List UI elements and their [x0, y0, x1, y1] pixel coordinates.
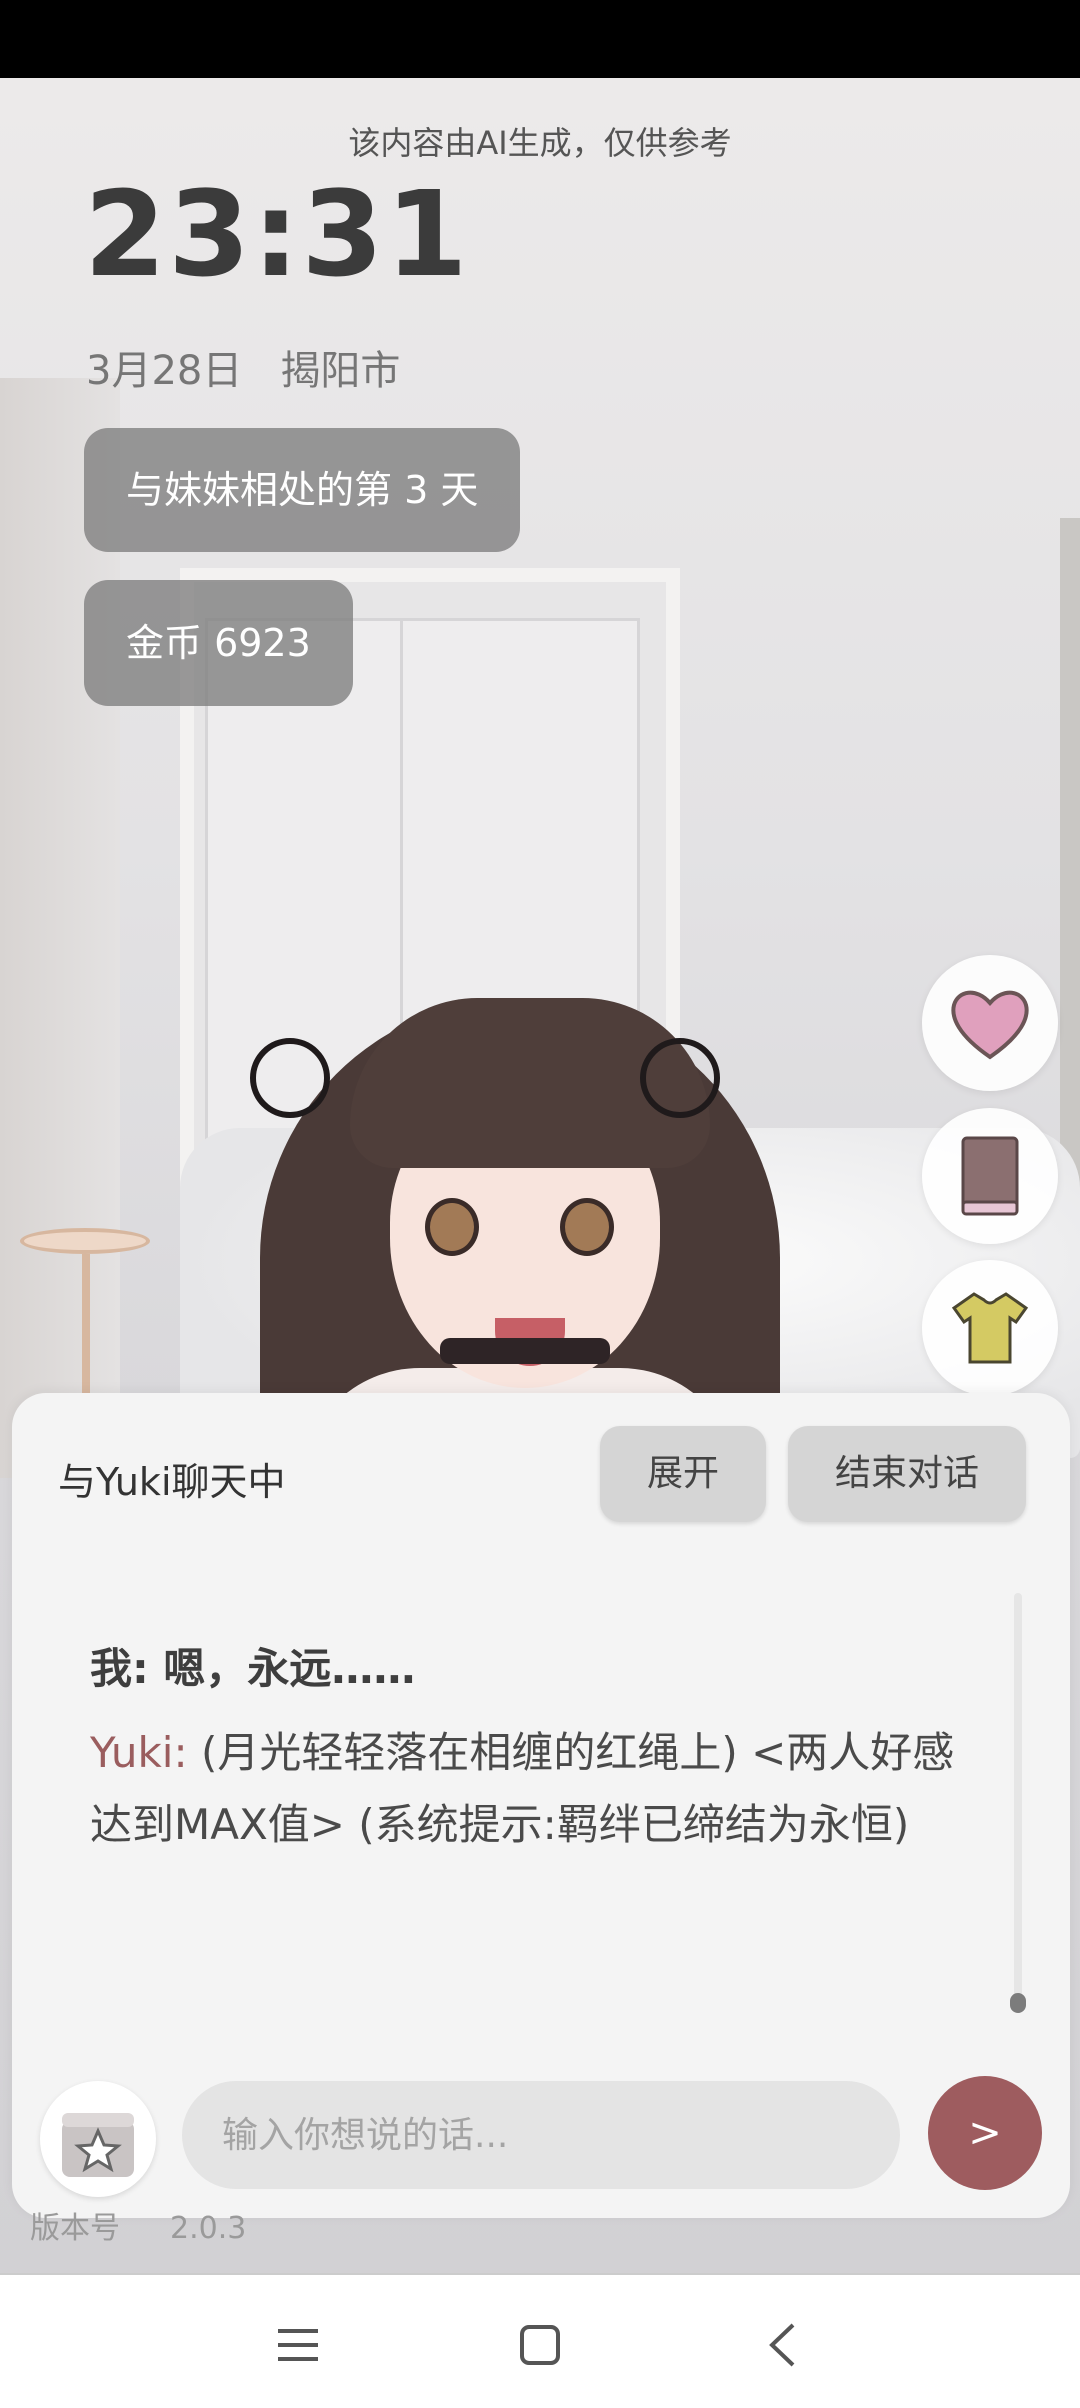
- chat-title: 与Yuki聊天中: [58, 1460, 286, 1504]
- wardrobe-button[interactable]: [922, 1260, 1058, 1396]
- nav-home-button[interactable]: [510, 2315, 570, 2375]
- message-speaker: 我:: [90, 1644, 149, 1693]
- city-text: 揭阳市: [280, 348, 401, 394]
- version-label: 版本号: [30, 2211, 120, 2246]
- side-table: [20, 1228, 150, 1254]
- clock: 23:31: [84, 165, 470, 303]
- send-button[interactable]: >: [928, 2076, 1042, 2190]
- expand-button[interactable]: 展开: [600, 1426, 766, 1522]
- diary-button[interactable]: [922, 1108, 1058, 1244]
- book-icon: [961, 1136, 1019, 1216]
- version-value: 2.0.3: [170, 2211, 247, 2246]
- back-chevron-icon: [769, 2323, 795, 2367]
- home-square-icon: [520, 2325, 560, 2365]
- menu-icon: [278, 2329, 318, 2361]
- message-text: (月光轻轻落在相缠的红绳上) <两人好感达到MAX值> (系统提示:羁绊已缔结为…: [90, 1728, 955, 1849]
- favor-button[interactable]: [922, 955, 1058, 1091]
- message-item: Yuki: (月光轻轻落在相缠的红绳上) <两人好感达到MAX值> (系统提示:…: [90, 1717, 980, 1861]
- end-conversation-button[interactable]: 结束对话: [788, 1426, 1026, 1522]
- gift-button[interactable]: [40, 2081, 156, 2197]
- system-nav-bar: [0, 2273, 1080, 2408]
- message-item: 我: 嗯，永远……: [90, 1633, 980, 1705]
- coins-badge: 金币 6923: [84, 580, 353, 706]
- date-text: 3月28日: [86, 348, 243, 394]
- nav-recents-button[interactable]: [268, 2315, 328, 2375]
- status-bar: [0, 0, 1080, 78]
- nav-back-button[interactable]: [752, 2315, 812, 2375]
- ai-notice: 该内容由AI生成，仅供参考: [348, 124, 732, 162]
- scrollbar-track[interactable]: [1014, 1593, 1022, 2003]
- days-together-badge: 与妹妹相处的第 3 天: [84, 428, 521, 552]
- message-speaker: Yuki:: [90, 1728, 188, 1777]
- message-input[interactable]: [182, 2081, 900, 2189]
- scrollbar-thumb[interactable]: [1010, 1993, 1026, 2013]
- date-location: 3月28日 揭阳市: [86, 338, 400, 396]
- shirt-icon: [951, 1292, 1029, 1364]
- message-list[interactable]: 我: 嗯，永远…… Yuki: (月光轻轻落在相缠的红绳上) <两人好感达到MA…: [90, 1633, 980, 1861]
- version-info: 版本号 2.0.3: [30, 2203, 246, 2247]
- heart-icon: [951, 990, 1029, 1060]
- gift-icon: [62, 2113, 134, 2177]
- chat-panel: 与Yuki聊天中 展开 结束对话 我: 嗯，永远…… Yuki: (月光轻轻落在…: [12, 1393, 1070, 2218]
- message-text: 嗯，永远……: [163, 1644, 416, 1693]
